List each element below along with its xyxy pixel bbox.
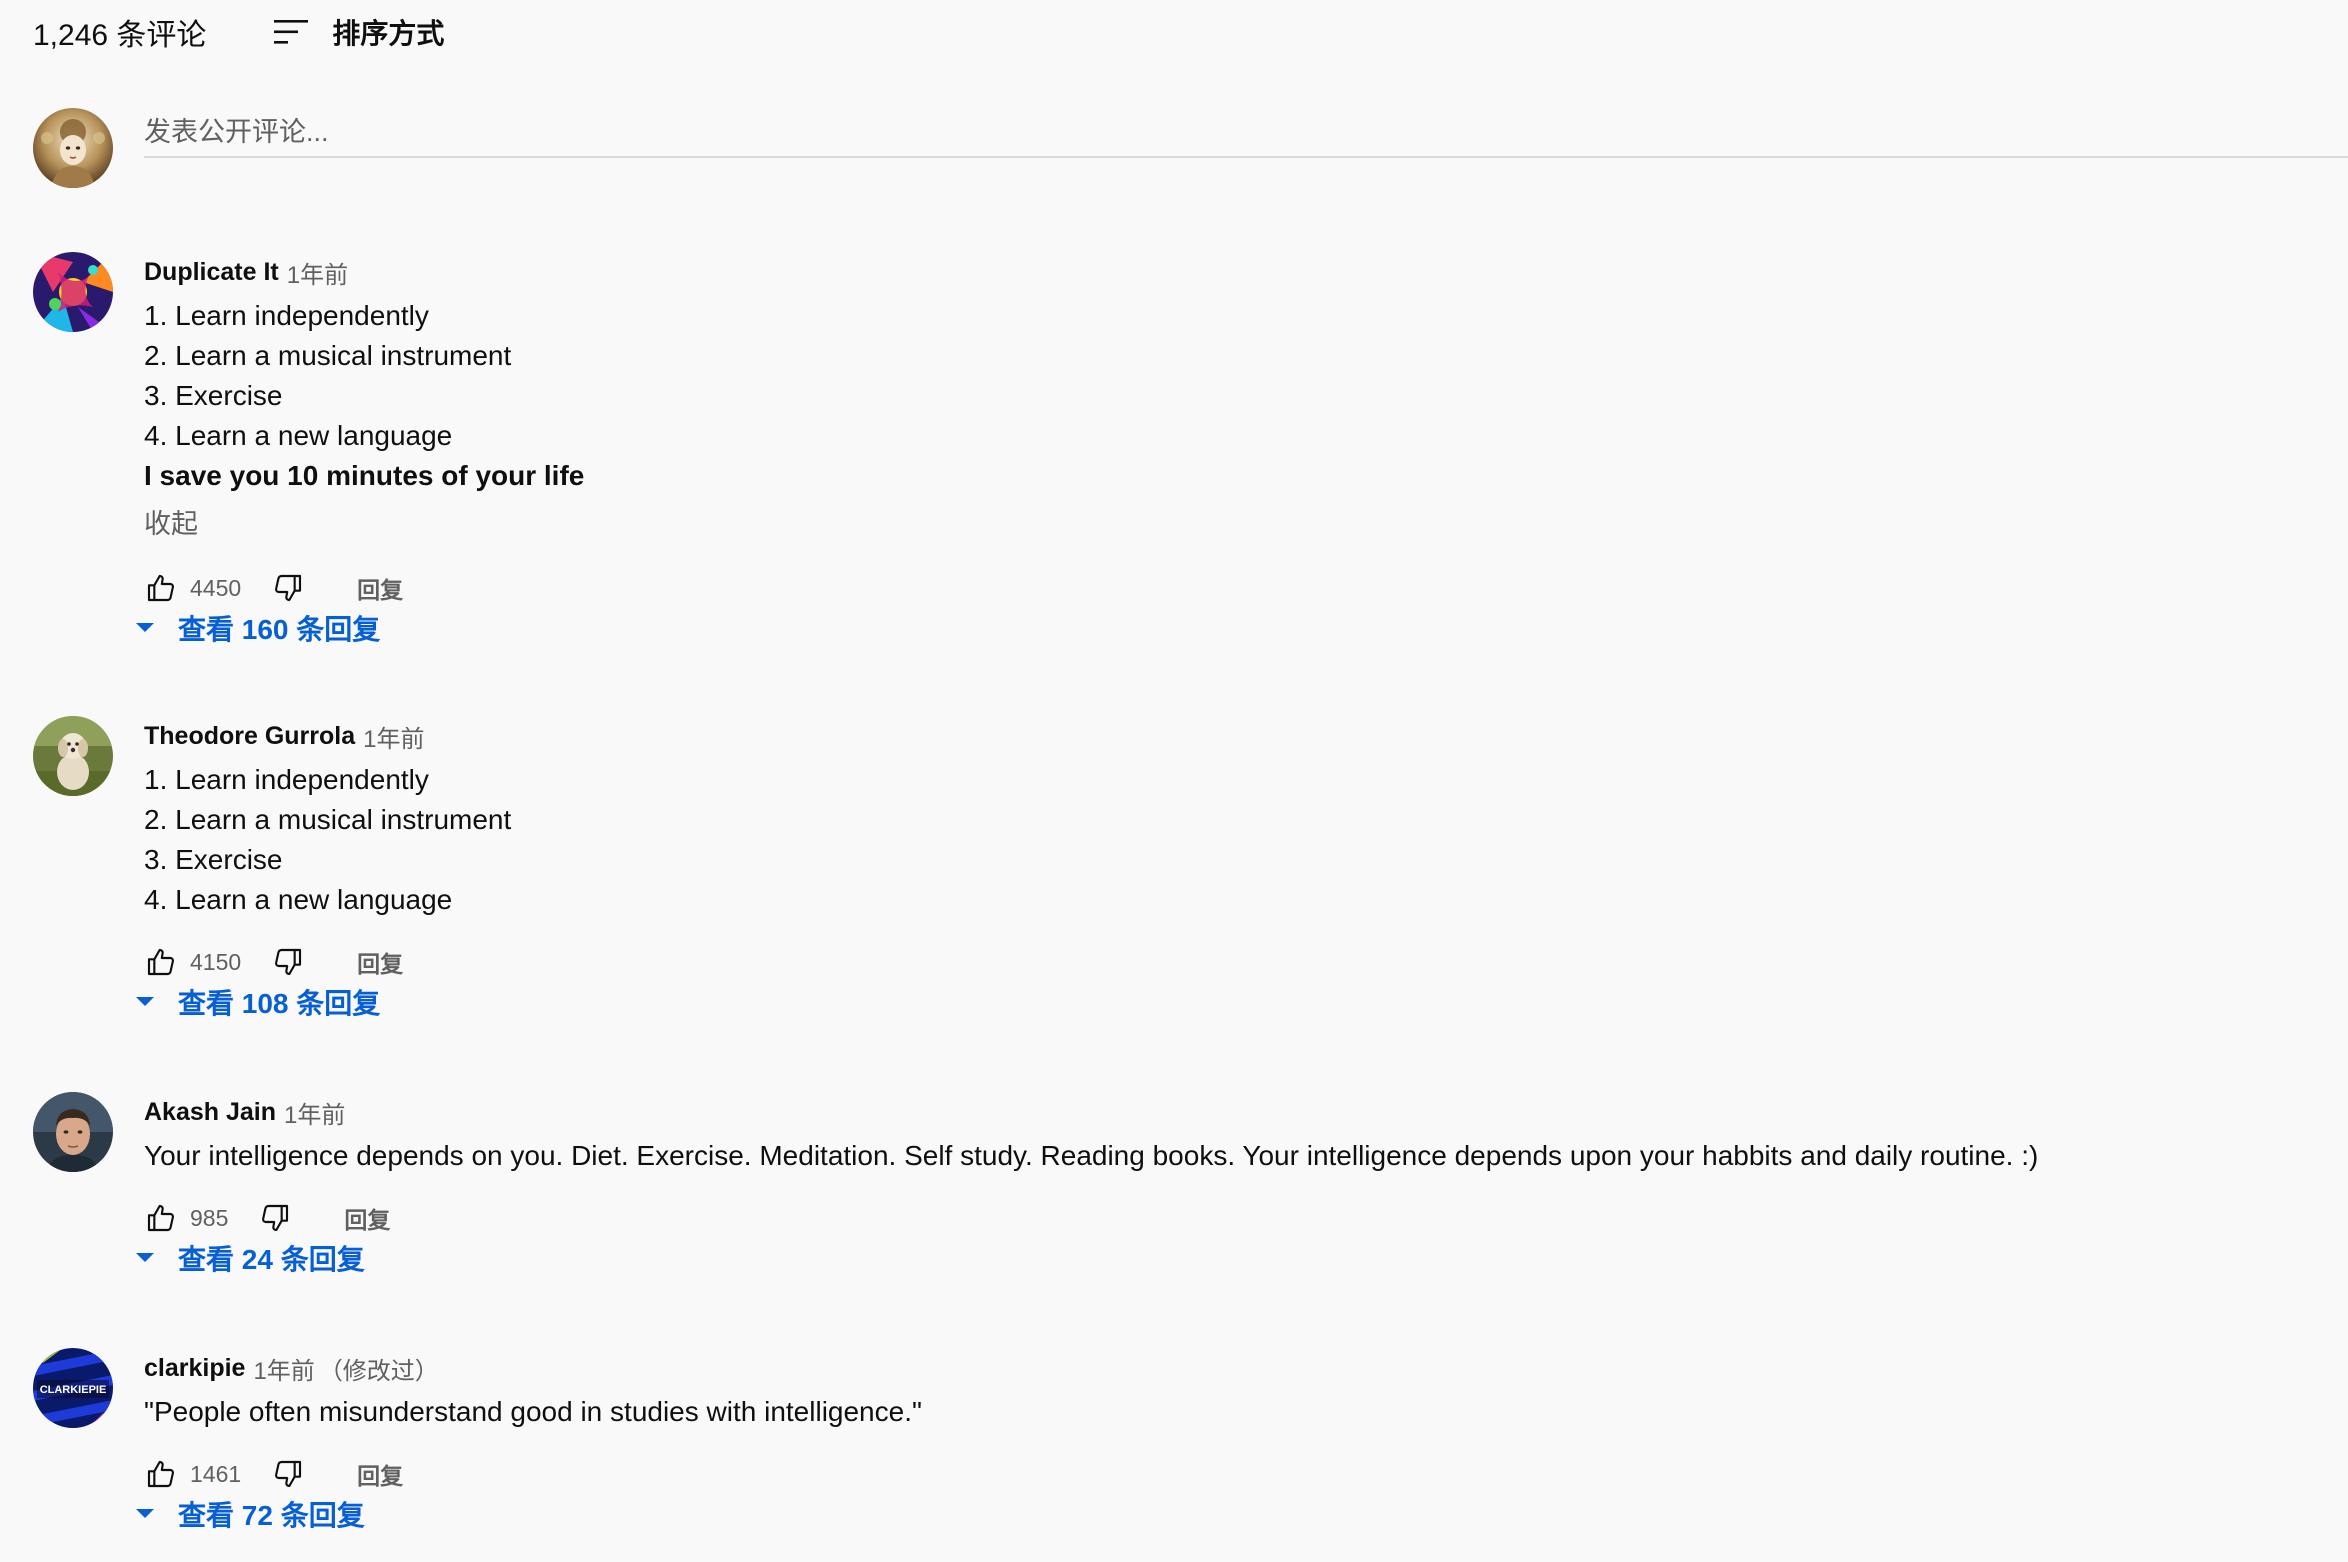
comment-timestamp[interactable]: 1年前 [363, 719, 424, 754]
view-replies-button[interactable]: 查看 72 条回复 [134, 1492, 365, 1536]
thumb-down-icon[interactable] [271, 571, 305, 605]
thumb-up-icon[interactable] [144, 571, 178, 605]
view-replies-label: 查看 108 条回复 [178, 988, 381, 1019]
comment-meta: Duplicate It 1年前 [144, 252, 2333, 292]
commenter-avatar[interactable] [33, 1092, 113, 1172]
comment-meta: Akash Jain 1年前 [144, 1092, 2333, 1132]
caret-down-icon [134, 1507, 156, 1521]
comment-timestamp[interactable]: 1年前 [253, 1351, 314, 1386]
comment-line: 1. Learn independently [144, 300, 429, 331]
author-name[interactable]: clarkipie [144, 1354, 245, 1383]
caret-down-icon [134, 621, 156, 635]
edited-label: （修改过） [318, 1357, 439, 1385]
reply-button[interactable]: 回复 [357, 1457, 403, 1491]
like-count: 1461 [190, 1460, 242, 1487]
author-name[interactable]: Theodore Gurrola [144, 722, 355, 751]
thumb-up-icon[interactable] [144, 1457, 178, 1491]
comment-line: 4. Learn a new language [144, 884, 453, 915]
reply-button[interactable]: 回复 [344, 1201, 390, 1235]
view-replies-label: 查看 160 条回复 [178, 614, 381, 645]
comment-line: 1. Learn independently [144, 764, 429, 795]
avatar-text: CLARKIEPIE [40, 1384, 107, 1396]
comment-body: Theodore Gurrola 1年前 1. Learn independen… [136, 716, 2333, 1019]
comment-line: 2. Learn a musical instrument [144, 340, 512, 371]
thumb-up-icon[interactable] [144, 945, 178, 979]
comment-line: 2. Learn a musical instrument [144, 804, 512, 835]
reply-button[interactable]: 回复 [357, 571, 403, 605]
comment-text: Your intelligence depends on you. Diet. … [144, 1136, 2333, 1176]
author-name[interactable]: Duplicate It [144, 258, 279, 287]
like-count: 4450 [190, 574, 242, 601]
author-name[interactable]: Akash Jain [144, 1098, 276, 1127]
sort-label: 排序方式 [332, 18, 445, 49]
user-avatar[interactable] [33, 108, 113, 188]
thumb-up-icon[interactable] [144, 1201, 178, 1235]
comment-body: clarkipie 1年前 （修改过） "People often misund… [136, 1348, 2333, 1531]
comment-timestamp[interactable]: 1年前 [287, 255, 348, 290]
reply-button[interactable]: 回复 [357, 945, 403, 979]
comment-text: "People often misunderstand good in stud… [144, 1392, 2333, 1432]
commenter-avatar[interactable]: CLARKIEPIE [33, 1348, 113, 1428]
comment-meta: Theodore Gurrola 1年前 [144, 716, 2333, 756]
comment-body: Akash Jain 1年前 Your intelligence depends… [136, 1092, 2333, 1275]
comment-actions: 985 回复 [144, 1198, 390, 1238]
comment-actions: 4450 回复 [144, 568, 403, 608]
view-replies-button[interactable]: 查看 108 条回复 [134, 980, 380, 1024]
caret-down-icon [134, 995, 156, 1009]
view-replies-button[interactable]: 查看 160 条回复 [134, 606, 380, 650]
thumb-down-icon[interactable] [258, 1201, 292, 1235]
caret-down-icon [134, 1251, 156, 1265]
comment-line: 4. Learn a new language [144, 420, 453, 451]
comment-timestamp[interactable]: 1年前 [284, 1095, 345, 1130]
comment-text: 1. Learn independently 2. Learn a musica… [144, 296, 2333, 496]
comment-count: 1,246 条评论 [33, 19, 207, 52]
view-replies-label: 查看 24 条回复 [178, 1244, 365, 1275]
view-replies-label: 查看 72 条回复 [178, 1500, 365, 1531]
thumb-down-icon[interactable] [271, 1457, 305, 1491]
comment-actions: 4150 回复 [144, 942, 403, 982]
comment-line: 3. Exercise [144, 380, 283, 411]
comments-header: 1,246 条评论 排序方式 [33, 8, 444, 56]
comment-composer [33, 108, 2348, 188]
like-count: 4150 [190, 948, 242, 975]
comment-line: I save you 10 minutes of your life [144, 460, 585, 491]
commenter-avatar[interactable] [33, 716, 113, 796]
comment-line: "People often misunderstand good in stud… [144, 1396, 922, 1427]
comments-section: 1,246 条评论 排序方式 发表公开评论... Duplicate It 1年… [0, 0, 2348, 1562]
like-count: 985 [190, 1204, 229, 1231]
view-replies-button[interactable]: 查看 24 条回复 [134, 1236, 365, 1280]
comment-meta: clarkipie 1年前 （修改过） [144, 1348, 2333, 1388]
comment-text: 1. Learn independently 2. Learn a musica… [144, 760, 2333, 920]
comment-line: 3. Exercise [144, 844, 283, 875]
comment-input[interactable] [144, 108, 2348, 158]
comment-line: Your intelligence depends on you. Diet. … [144, 1140, 2039, 1171]
show-less-button[interactable]: 收起 [144, 504, 198, 544]
thumb-down-icon[interactable] [271, 945, 305, 979]
comment-actions: 1461 回复 [144, 1454, 403, 1494]
sort-icon [272, 17, 310, 47]
commenter-avatar[interactable] [33, 252, 113, 332]
sort-button[interactable]: 排序方式 [272, 12, 444, 52]
comment-body: Duplicate It 1年前 1. Learn independently … [136, 252, 2333, 645]
